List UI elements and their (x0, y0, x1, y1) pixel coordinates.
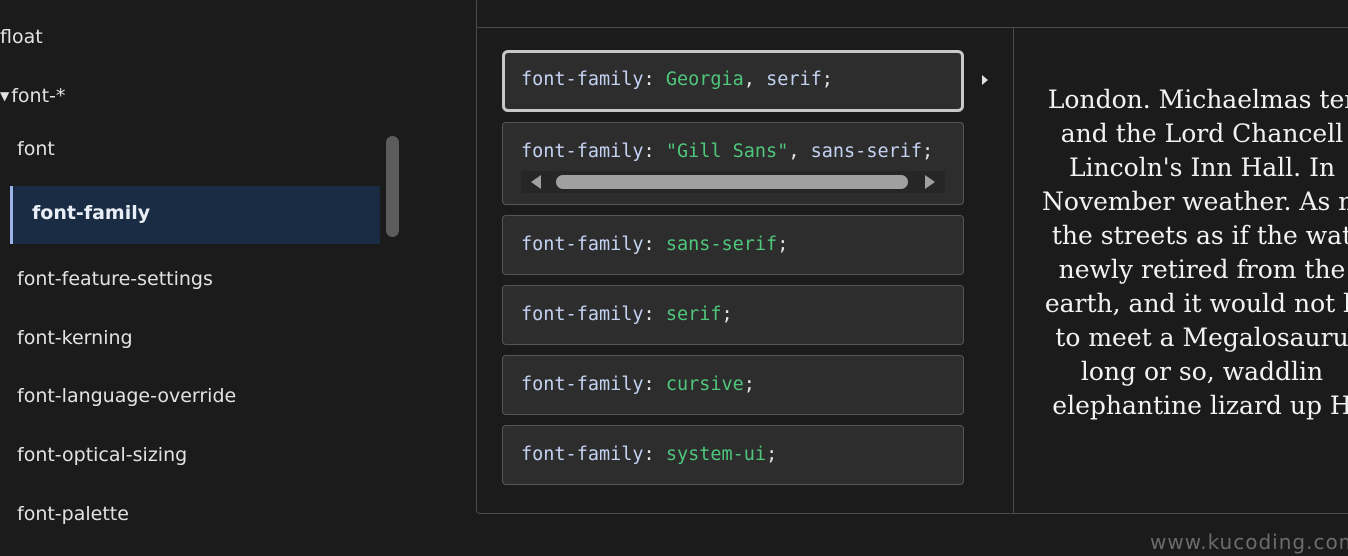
choice-code: font-family: system-ui; (521, 444, 777, 465)
css-value-token: , (743, 69, 767, 90)
css-value-token: cursive (665, 374, 744, 395)
caret-down-icon: ▼ (0, 89, 10, 103)
preview-line: November weather. As m (1042, 187, 1348, 216)
css-value-token: ; (721, 304, 733, 325)
choice-code: font-family: sans-serif; (521, 234, 788, 255)
css-value-token: Georgia (665, 69, 744, 90)
sidebar-item-font-optical-sizing[interactable]: font-optical-sizing (17, 444, 187, 466)
preview-line: long or so, waddlin (1080, 357, 1324, 386)
choice-code: font-family: "Gill Sans", sans-serif; (521, 141, 933, 162)
css-colon: : (643, 141, 666, 162)
preview-line: Lincoln's Inn Hall. In (1068, 153, 1336, 182)
sidebar-item-font-family[interactable]: font-family (10, 186, 380, 244)
css-property: font-family (521, 304, 644, 325)
choice-code: font-family: serif; (521, 304, 733, 325)
sidebar-item-font-kerning[interactable]: font-kerning (17, 327, 133, 349)
css-value-token: "Gill Sans" (665, 141, 789, 162)
scroll-left-icon[interactable] (531, 175, 541, 189)
sidebar-item-font-palette[interactable]: font-palette (17, 503, 129, 525)
css-value-token: ; (743, 374, 755, 395)
css-colon: : (643, 304, 666, 325)
preview-line: newly retired from the (1058, 255, 1346, 284)
css-property: font-family (521, 141, 644, 162)
sidebar-group-font[interactable]: ▼ font-* (0, 85, 65, 107)
sidebar-item-font[interactable]: font (17, 138, 55, 160)
sidebar-group-label: font-* (11, 85, 66, 107)
css-value-token: sans-serif (665, 234, 778, 255)
choice-option[interactable]: font-family: "Gill Sans", sans-serif; (502, 122, 964, 205)
css-property: font-family (521, 234, 644, 255)
css-value-token: ; (777, 234, 789, 255)
choice-option[interactable]: font-family: system-ui; (502, 425, 964, 485)
scroll-right-icon[interactable] (925, 175, 935, 189)
panel-header (477, 0, 1348, 28)
preview-line: London. Michaelmas ter (1047, 85, 1348, 114)
sidebar-scrollbar[interactable] (386, 136, 399, 237)
sidebar-item-font-language-override[interactable]: font-language-override (17, 385, 236, 407)
panel-divider (1013, 28, 1014, 513)
choice-code: font-family: cursive; (521, 374, 755, 395)
css-value-token: system-ui (665, 444, 767, 465)
css-colon: : (643, 374, 666, 395)
preview-line: earth, and it would not b (1044, 289, 1348, 318)
css-value-token: serif (665, 304, 722, 325)
choice-option[interactable]: font-family: Georgia, serif; (502, 50, 964, 112)
choice-option[interactable]: font-family: sans-serif; (502, 215, 964, 275)
preview-output: London. Michaelmas ter and the Lord Chan… (1037, 83, 1348, 423)
preview-line: the streets as if the wat (1051, 221, 1348, 250)
preview-line: elephantine lizard up H (1052, 391, 1348, 420)
horizontal-scrollbar[interactable] (521, 171, 945, 193)
css-value-token: ; (922, 141, 934, 162)
css-value-token: sans-serif (810, 141, 923, 162)
sidebar-item-font-feature-settings[interactable]: font-feature-settings (17, 268, 213, 290)
sidebar-nav: float ▼ font-* font font-family font-feat… (0, 0, 400, 556)
scrollbar-thumb[interactable] (556, 175, 908, 189)
css-colon: : (643, 234, 666, 255)
selected-arrow-icon (982, 75, 988, 85)
css-colon: : (643, 69, 666, 90)
css-colon: : (643, 444, 666, 465)
css-value-token: ; (766, 444, 778, 465)
css-property: font-family (521, 374, 644, 395)
css-value-token: ; (821, 69, 833, 90)
watermark: www.kucoding.com (1150, 530, 1348, 554)
css-value-token: serif (766, 69, 822, 90)
preview-line: and the Lord Chancell (1060, 119, 1344, 148)
sidebar-item-float[interactable]: float (0, 26, 43, 48)
css-property: font-family (521, 444, 644, 465)
css-property: font-family (521, 69, 644, 90)
example-panel: font-family: Georgia, serif; font-family… (476, 0, 1348, 514)
preview-line: to meet a Megalosauru (1055, 323, 1348, 352)
sidebar-item-label: font-family (32, 202, 151, 224)
choice-option[interactable]: font-family: cursive; (502, 355, 964, 415)
choice-code: font-family: Georgia, serif; (521, 69, 833, 90)
css-value-token: , (788, 141, 811, 162)
choice-option[interactable]: font-family: serif; (502, 285, 964, 345)
